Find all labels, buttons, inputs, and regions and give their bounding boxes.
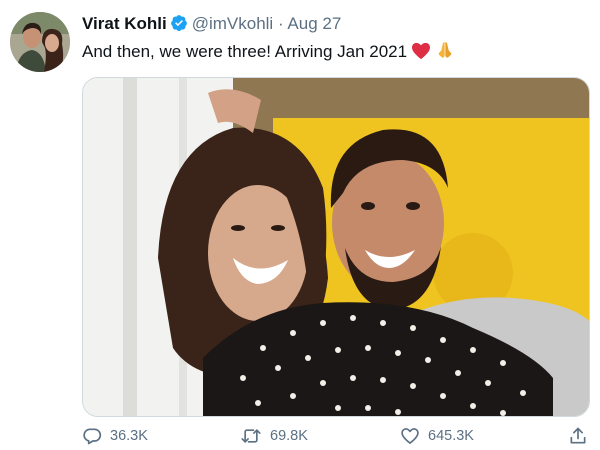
folded-hands-icon [435, 40, 455, 65]
share-icon [570, 427, 586, 444]
tweet-text-body: And then, we were three! Arriving Jan 20… [82, 42, 408, 61]
avatar[interactable] [10, 12, 70, 72]
retweet-icon [241, 429, 261, 443]
tweet-date[interactable]: Aug 27 [287, 14, 341, 33]
share-button[interactable] [568, 426, 596, 446]
author-name[interactable]: Virat Kohli [82, 14, 167, 33]
reply-button[interactable]: 36.3K [82, 426, 148, 446]
tweet-photo-image [83, 78, 589, 416]
red-heart-icon [411, 42, 431, 65]
retweet-button[interactable]: 69.8K [240, 426, 308, 446]
author-handle[interactable]: @imVkohli [192, 14, 274, 33]
tweet-actions: 36.3K 69.8K 645.3K [82, 426, 590, 450]
tweet-text: And then, we were three! Arriving Jan 20… [82, 40, 455, 65]
like-button[interactable]: 645.3K [400, 426, 474, 446]
reply-count: 36.3K [110, 428, 148, 444]
retweet-count: 69.8K [270, 428, 308, 444]
tweet-header: Virat Kohli @imVkohli · Aug 27 [82, 14, 341, 37]
verified-badge-icon [170, 14, 188, 37]
tweet-photo[interactable] [82, 77, 590, 417]
avatar-image [10, 12, 70, 72]
heart-icon [401, 428, 419, 444]
like-count: 645.3K [428, 428, 474, 444]
reply-icon [83, 428, 102, 445]
header-separator: · [277, 14, 284, 33]
